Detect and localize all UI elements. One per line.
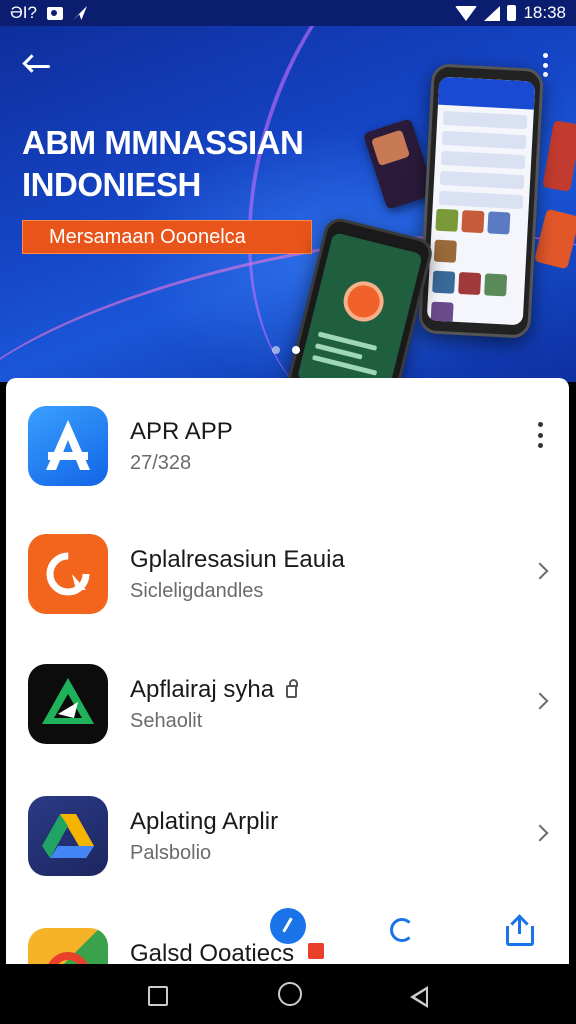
- app-subtitle: Palsbolio: [130, 842, 212, 864]
- send-notification-icon: [72, 6, 87, 20]
- search-icon[interactable]: [390, 918, 414, 942]
- photo-notification-icon: [46, 6, 63, 20]
- status-left-text: ƏI?: [10, 3, 37, 22]
- battery-icon: [507, 5, 517, 21]
- app-title: Gplalresasiun Eauia: [130, 546, 345, 573]
- list-item[interactable]: APR APP 27/328: [6, 378, 569, 488]
- green-triangle-icon: [28, 664, 108, 744]
- banner-cta-button[interactable]: Mersamaan Ooonelca: [22, 220, 312, 254]
- lock-icon: [286, 679, 299, 698]
- app-subtitle: Sehaolit: [130, 710, 203, 732]
- wifi-icon: [455, 5, 478, 21]
- app-title-text: Apflairaj syha: [130, 676, 275, 703]
- app-subtitle: Sicleligdandles: [130, 580, 264, 602]
- phone-mockup-image: [418, 63, 544, 339]
- share-icon[interactable]: [506, 914, 534, 946]
- list-item[interactable]: Apflairaj syha Sehaolit: [6, 636, 569, 746]
- status-bar: ƏI? 18:38: [0, 0, 576, 26]
- list-item[interactable]: Gplalresasiun Eauia Sicleligdandles: [6, 506, 569, 616]
- chevron-right-icon: [531, 692, 549, 710]
- chevron-right-icon: [531, 824, 549, 842]
- app-a-icon: [28, 406, 108, 486]
- app-title: APR APP: [130, 418, 233, 445]
- app-title: Apflairaj syha: [130, 676, 299, 704]
- carousel-indicator: [272, 346, 300, 354]
- signal-icon: [484, 5, 501, 21]
- app-subtitle: 27/328: [130, 452, 192, 474]
- orange-refresh-icon: [28, 534, 108, 614]
- drive-icon: [28, 796, 108, 876]
- app-list-card: APR APP 27/328 Gplalresasiun Eauia Sicle…: [6, 378, 569, 978]
- list-item[interactable]: Aplating Arplir Palsbolio: [6, 768, 569, 878]
- banner-title-line2: INDONIESH: [22, 166, 201, 203]
- carousel-dot[interactable]: [272, 346, 280, 354]
- status-time: 18:38: [523, 3, 566, 22]
- banner-title-line1: ABM MMNASSIAN: [22, 124, 304, 161]
- app-title: Aplating Arplir: [130, 808, 279, 835]
- promo-banner[interactable]: ABM MMNASSIAN INDONIESH Mersamaan Ooonel…: [0, 26, 576, 382]
- chevron-right-icon: [531, 562, 549, 580]
- back-triangle-icon[interactable]: [410, 986, 428, 1008]
- home-circle-icon[interactable]: [278, 982, 302, 1006]
- system-nav-bar: [0, 964, 576, 1024]
- more-vert-icon[interactable]: [536, 422, 544, 448]
- edit-fab-icon[interactable]: [270, 908, 306, 944]
- app-title-text: Galsd Ooatiecs: [130, 940, 295, 967]
- carousel-dot-active[interactable]: [292, 346, 300, 354]
- banner-title: ABM MMNASSIAN INDONIESH: [22, 122, 304, 206]
- back-arrow-icon[interactable]: [22, 54, 52, 78]
- recents-square-icon[interactable]: [148, 986, 168, 1006]
- red-badge-icon: [308, 943, 325, 959]
